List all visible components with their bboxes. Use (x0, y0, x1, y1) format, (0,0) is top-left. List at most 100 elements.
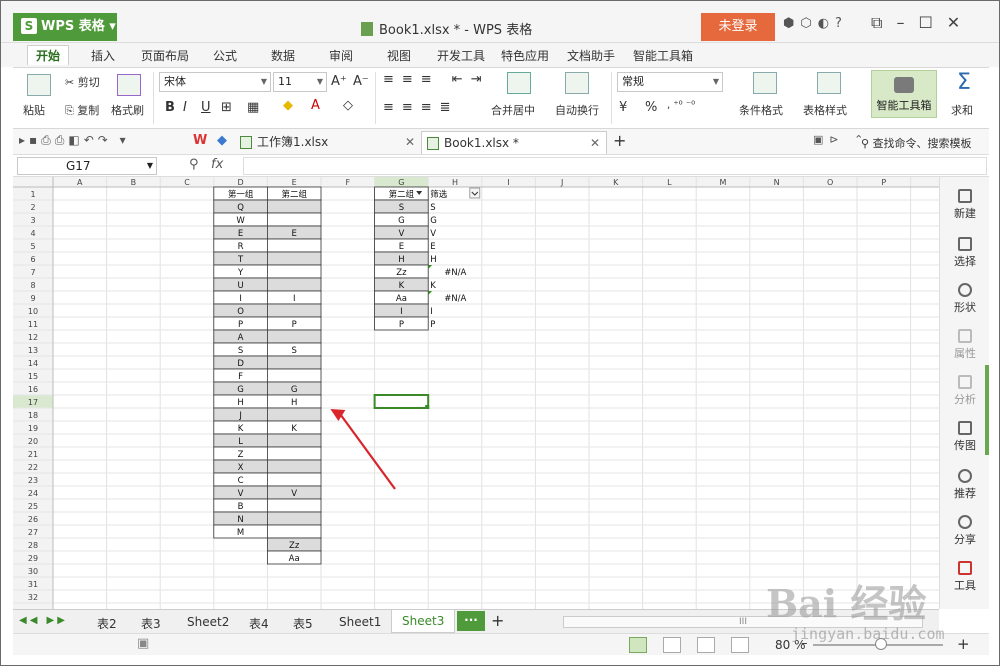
column-header-l[interactable]: L (667, 178, 672, 187)
sum-icon[interactable]: Σ (957, 70, 971, 95)
normal-view-icon[interactable] (629, 637, 647, 653)
paste-button[interactable]: 粘贴 (23, 102, 45, 118)
cell-text-d17[interactable]: H (237, 398, 243, 408)
cell-text-g9[interactable]: Aa (396, 294, 407, 304)
cell-text-h7[interactable]: #N/A (444, 268, 466, 278)
cell-text-h8[interactable]: K (430, 281, 436, 291)
row-header-31[interactable]: 31 (28, 580, 38, 589)
restore-icon[interactable]: ⧉ (871, 13, 896, 32)
column-header-g[interactable]: G (398, 178, 404, 187)
cell-e18[interactable] (266, 407, 322, 422)
row-header-23[interactable]: 23 (28, 476, 38, 485)
page-break-view-icon[interactable] (663, 637, 681, 653)
row-header-22[interactable]: 22 (28, 463, 38, 472)
row-header-26[interactable]: 26 (28, 515, 38, 524)
number-format-select[interactable]: 常规 ▼ (617, 72, 723, 92)
format-painter-button[interactable]: 格式刷 (111, 102, 144, 118)
row-header-28[interactable]: 28 (28, 541, 38, 550)
cell-e14[interactable] (266, 355, 322, 370)
tab-view[interactable]: 视图 (387, 47, 411, 64)
grow-font-icon[interactable]: A⁺ (331, 74, 347, 89)
column-header-e[interactable]: E (292, 178, 297, 187)
cell-e10[interactable] (266, 303, 322, 318)
cell-text-e16[interactable]: G (291, 385, 298, 395)
row-header-19[interactable]: 19 (28, 424, 38, 433)
cell-e12[interactable] (266, 329, 322, 344)
cell-text-h6[interactable]: H (430, 255, 436, 265)
close-icon[interactable]: ✕ (590, 132, 600, 154)
cell-text-g3[interactable]: G (398, 216, 405, 226)
row-header-3[interactable]: 3 (30, 216, 35, 225)
row-header-15[interactable]: 15 (28, 372, 38, 381)
cell-e8[interactable] (266, 277, 322, 292)
cell-text-d10[interactable]: O (237, 307, 244, 317)
panel-select[interactable]: 选择 (940, 237, 990, 269)
cell-text-h11[interactable]: P (430, 320, 435, 330)
cell-text-d23[interactable]: C (238, 476, 244, 486)
tab-developer[interactable]: 开发工具 (437, 47, 485, 64)
sheet-tab-sheet3[interactable]: Sheet3 (391, 610, 456, 633)
border-icon[interactable]: ⊞ (221, 100, 232, 115)
row-header-17[interactable]: 17 (28, 398, 38, 407)
maximize-icon[interactable]: ☐ (918, 13, 946, 32)
row-header-14[interactable]: 14 (28, 359, 38, 368)
column-header-d[interactable]: D (238, 178, 244, 187)
reading-view-icon[interactable] (731, 637, 749, 653)
cell-text-d8[interactable]: U (237, 281, 243, 291)
cell-text-d5[interactable]: R (238, 242, 244, 252)
column-header-p[interactable]: P (881, 178, 886, 187)
clear-format-icon[interactable]: ◇ (343, 98, 353, 113)
cell-text-d1[interactable]: 第一组 (228, 189, 254, 200)
column-header-o[interactable]: O (827, 178, 833, 187)
column-header-a[interactable]: A (77, 178, 83, 187)
close-icon[interactable]: ✕ (947, 13, 974, 32)
zoom-in-icon[interactable]: + (957, 635, 970, 653)
cell-text-d9[interactable]: I (239, 294, 242, 304)
cell-text-h9[interactable]: #N/A (444, 294, 466, 304)
font-size-select[interactable]: 11 ▼ (273, 72, 327, 92)
cell-text-d25[interactable]: B (238, 502, 244, 512)
font-color-icon[interactable]: A (311, 98, 320, 113)
cell-e6[interactable] (266, 251, 322, 266)
fill-color-icon[interactable]: ◆ (283, 98, 293, 113)
row-header-8[interactable]: 8 (30, 281, 35, 290)
window-controls[interactable]: ⧉–☐✕ (871, 13, 974, 33)
column-header-k[interactable]: K (613, 178, 619, 187)
command-search[interactable]: ⚲ 查找命令、搜索模板 (861, 135, 972, 151)
row-header-24[interactable]: 24 (28, 489, 38, 498)
percent-button[interactable]: % (645, 100, 657, 115)
panel-new[interactable]: 新建 (940, 189, 990, 221)
formula-input[interactable] (243, 157, 987, 175)
row-header-25[interactable]: 25 (28, 502, 38, 511)
cell-text-d13[interactable]: S (238, 346, 243, 356)
row-header-5[interactable]: 5 (30, 242, 35, 251)
selected-cell-border[interactable] (373, 394, 430, 409)
tab-page-layout[interactable]: 页面布局 (141, 47, 189, 64)
cell-text-g6[interactable]: H (398, 255, 404, 265)
cell-text-h2[interactable]: S (430, 203, 435, 213)
cell-e7[interactable] (266, 264, 322, 279)
cell-e26[interactable] (266, 511, 322, 526)
row-header-20[interactable]: 20 (28, 437, 38, 446)
panel-recommend[interactable]: 推荐 (940, 469, 990, 501)
sum-button[interactable]: 求和 (951, 102, 973, 118)
row-header-4[interactable]: 4 (30, 229, 35, 238)
bold-icon[interactable]: B (165, 100, 175, 115)
column-header-j[interactable]: J (560, 178, 563, 187)
close-icon[interactable]: ✕ (405, 131, 415, 153)
cell-text-d12[interactable]: A (238, 333, 244, 343)
decimal-icons[interactable]: , ⁺⁰ ⁻⁰ (667, 100, 695, 111)
cell-text-g1[interactable]: 第二组 (389, 189, 415, 200)
row-header-13[interactable]: 13 (28, 346, 38, 355)
column-header-c[interactable]: C (184, 178, 190, 187)
vertical-align-icons[interactable]: ≡≡≡ ⇤⇥ (383, 72, 490, 87)
cell-text-h10[interactable]: I (430, 307, 433, 317)
sheet-nav-arrows[interactable]: ◀◀ ▶▶ (19, 615, 68, 626)
cell-text-g5[interactable]: E (399, 242, 404, 252)
wrap-text-button[interactable]: 自动换行 (555, 102, 599, 118)
cell-text-h3[interactable]: G (430, 216, 437, 226)
wps-w-icon[interactable]: W (193, 133, 207, 148)
column-header-b[interactable]: B (131, 178, 137, 187)
cell-e5[interactable] (266, 238, 322, 253)
column-header-i[interactable]: I (507, 178, 509, 187)
